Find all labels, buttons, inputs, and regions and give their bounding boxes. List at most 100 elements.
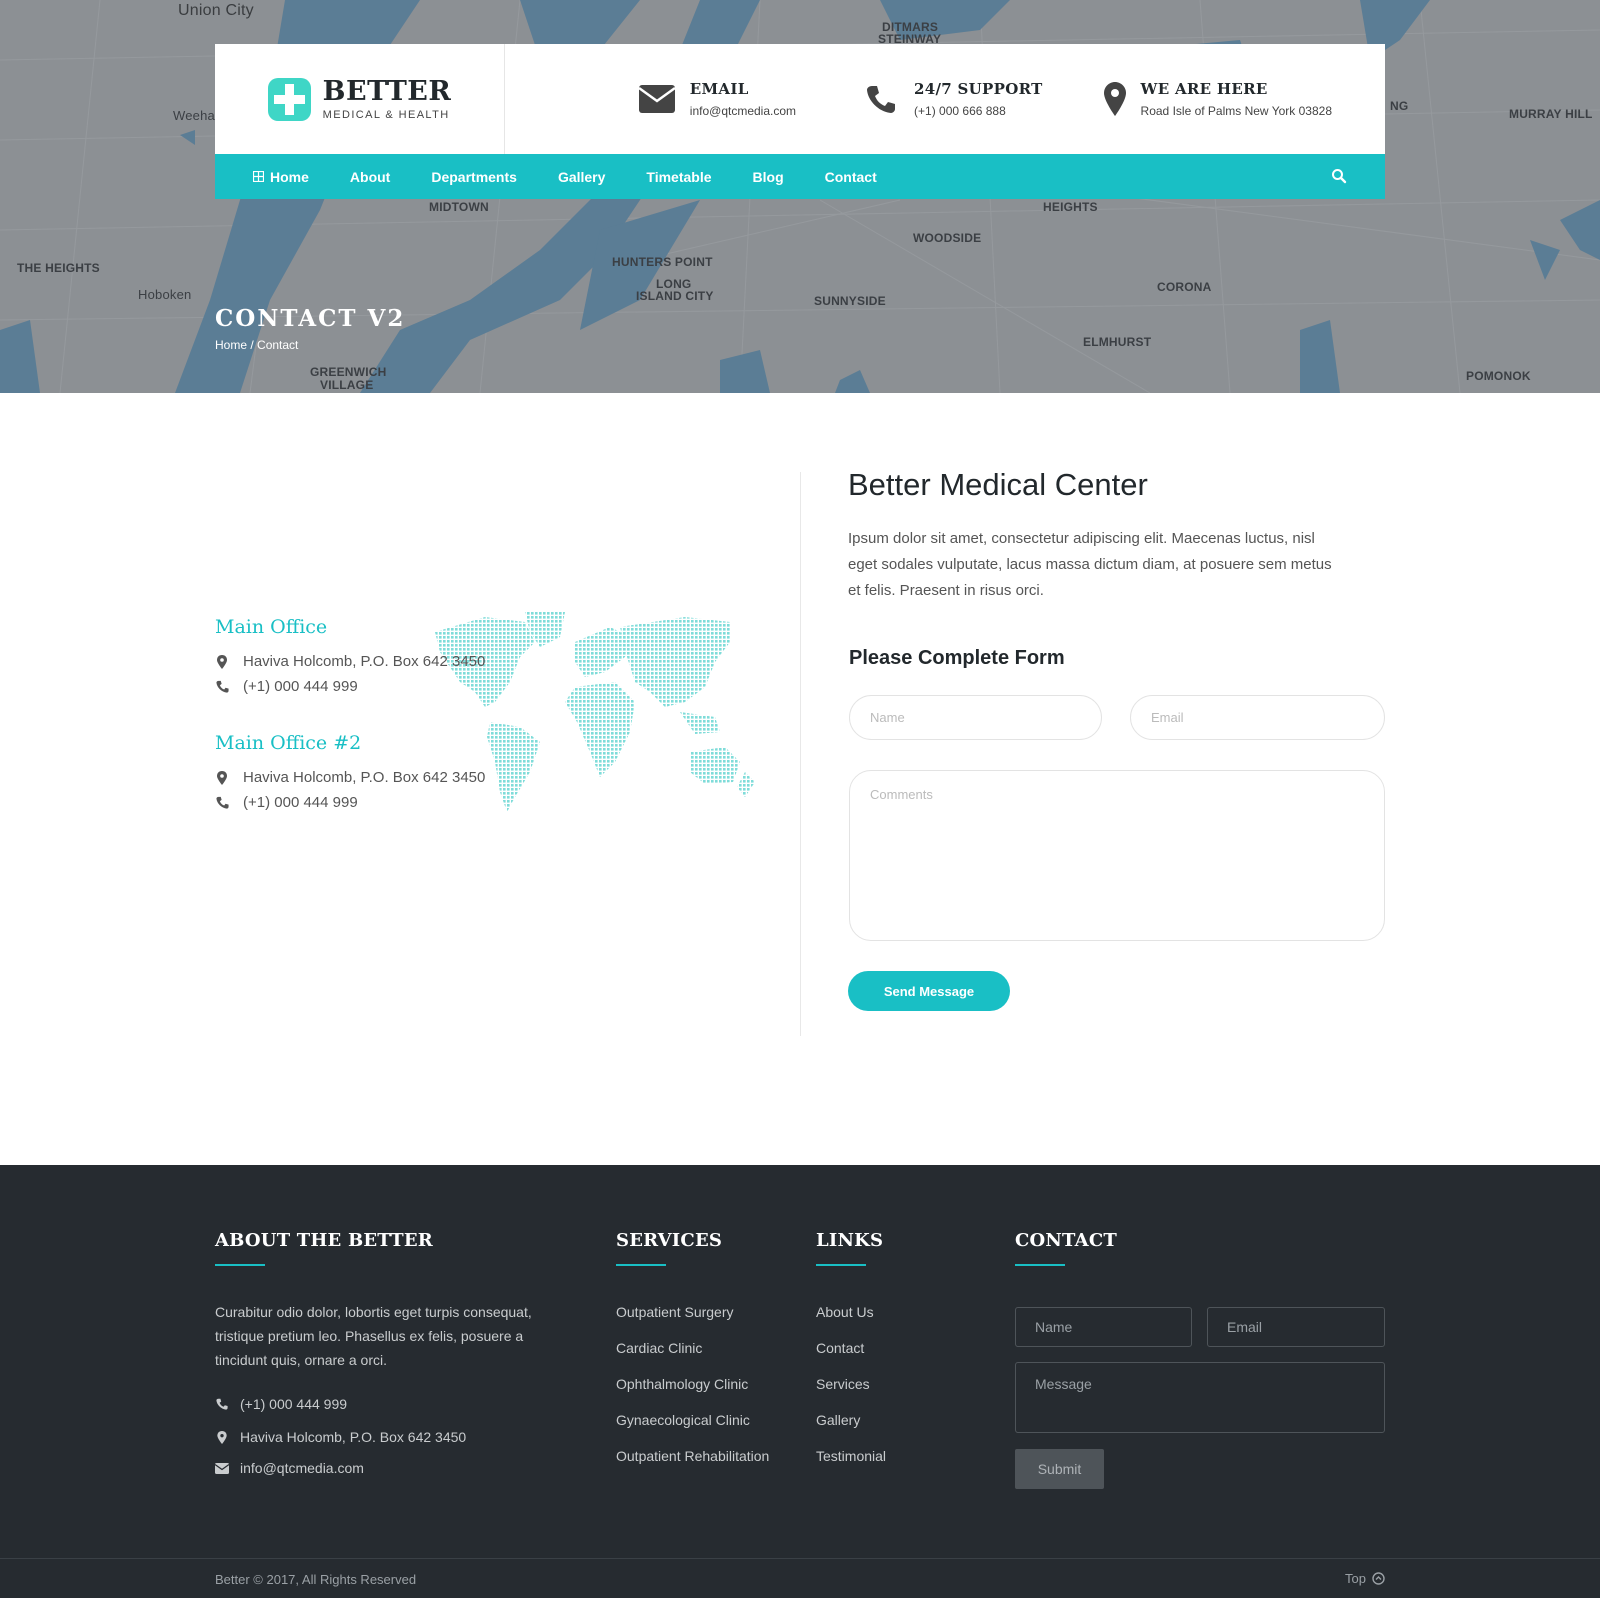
center-title: Better Medical Center — [848, 467, 1148, 502]
footer-link[interactable]: Gallery — [816, 1408, 886, 1444]
breadcrumb-current: Contact — [257, 338, 299, 352]
header-email-block: EMAIL info@qtcmedia.com — [638, 80, 796, 118]
footer-name-input[interactable]: Name — [1015, 1307, 1192, 1347]
office-title: Main Office — [215, 616, 328, 638]
nav-item-timetable[interactable]: Timetable — [646, 169, 711, 185]
header-info-title: WE ARE HERE — [1140, 80, 1268, 98]
footer-service-link[interactable]: Ophthalmology Clinic — [616, 1372, 769, 1408]
envelope-icon — [638, 85, 675, 113]
office-phone[interactable]: (+1) 000 444 999 — [243, 794, 358, 811]
footer-address: Haviva Holcomb, P.O. Box 642 3450 — [240, 1429, 467, 1445]
phone-icon — [867, 86, 896, 113]
office-address: Haviva Holcomb, P.O. Box 642 3450 — [243, 653, 486, 670]
map-label: ELMHURST — [1083, 335, 1152, 349]
copyright-text: Better © 2017, All Rights Reserved — [215, 1572, 417, 1587]
office-address-line: Haviva Holcomb, P.O. Box 642 3450 — [215, 649, 485, 674]
nav-item-label: Timetable — [646, 168, 712, 185]
footer-contact-title: CONTACT — [1015, 1230, 1117, 1251]
office-card-2: Main Office #2 Haviva Holcomb, P.O. Box … — [215, 732, 485, 815]
email-input[interactable]: Email — [1130, 695, 1385, 740]
phone-icon — [215, 796, 229, 809]
nav-item-contact[interactable]: Contact — [825, 169, 877, 185]
footer-email-line: info@qtcmedia.com — [215, 1460, 364, 1476]
map-pin-icon — [217, 1430, 227, 1444]
main-navigation: Home About Departments Gallery Timetable… — [215, 154, 1385, 199]
site-header: BETTER MEDICAL & HEALTH EMAIL info@qtcme… — [215, 44, 1385, 154]
map-label: Union City — [178, 2, 254, 19]
footer-service-link[interactable]: Outpatient Surgery — [616, 1300, 769, 1336]
name-input[interactable]: Name — [849, 695, 1102, 740]
home-grid-icon — [253, 171, 264, 182]
footer-links-column: LINKS About Us Contact Services Gallery … — [816, 1230, 886, 1480]
comments-textarea[interactable]: Comments — [849, 770, 1385, 941]
map-label: THE HEIGHTS — [17, 261, 100, 275]
footer-email-input[interactable]: Email — [1207, 1307, 1385, 1347]
nav-item-departments[interactable]: Departments — [431, 169, 517, 185]
map-pin-icon — [217, 654, 227, 669]
nav-item-label: Blog — [752, 168, 784, 185]
footer-links-title: LINKS — [816, 1230, 884, 1251]
nav-item-label: Contact — [824, 168, 877, 185]
map-label: CORONA — [1157, 280, 1212, 294]
brand-tagline: MEDICAL & HEALTH — [322, 108, 450, 121]
title-underline — [215, 1264, 265, 1266]
map-label: Weeha — [173, 108, 215, 123]
search-icon[interactable] — [1331, 168, 1347, 184]
header-info-text[interactable]: (+1) 000 666 888 — [914, 104, 1043, 118]
send-message-button[interactable]: Send Message — [848, 971, 1010, 1011]
nav-item-home[interactable]: Home — [253, 169, 309, 185]
map-label: HEIGHTS — [1043, 200, 1098, 214]
brand-name: BETTER — [322, 75, 452, 107]
footer-services-title: SERVICES — [616, 1230, 723, 1251]
center-description: Ipsum dolor sit amet, consectetur adipis… — [848, 530, 1332, 599]
brand-logo[interactable]: BETTER MEDICAL & HEALTH — [215, 44, 505, 154]
footer-service-link[interactable]: Outpatient Rehabilitation — [616, 1444, 769, 1480]
footer-services-column: SERVICES Outpatient Surgery Cardiac Clin… — [616, 1230, 769, 1480]
footer-phone[interactable]: (+1) 000 444 999 — [240, 1396, 347, 1412]
map-label: WOODSIDE — [913, 231, 982, 245]
office-phone[interactable]: (+1) 000 444 999 — [243, 678, 358, 695]
office-address: Haviva Holcomb, P.O. Box 642 3450 — [243, 769, 486, 786]
footer-link[interactable]: Contact — [816, 1336, 886, 1372]
header-info-text[interactable]: info@qtcmedia.com — [690, 104, 796, 118]
title-underline — [1015, 1264, 1065, 1266]
breadcrumb-separator: / — [247, 338, 258, 352]
footer-about-column: ABOUT THE BETTER Curabitur odio dolor, l… — [215, 1230, 545, 1372]
footer-about-title: ABOUT THE BETTER — [215, 1230, 433, 1251]
map-label: MIDTOWN — [429, 200, 489, 214]
office-card-1: Main Office Haviva Holcomb, P.O. Box 642… — [215, 616, 485, 699]
map-label: HUNTERS POINT — [612, 255, 713, 269]
footer-link[interactable]: Testimonial — [816, 1444, 886, 1480]
form-title: Please Complete Form — [849, 647, 1065, 669]
office-address-line: Haviva Holcomb, P.O. Box 642 3450 — [215, 765, 485, 790]
nav-item-about[interactable]: About — [350, 169, 390, 185]
arrow-up-circle-icon — [1372, 1572, 1385, 1585]
content-divider — [800, 472, 801, 1036]
breadcrumb-home-link[interactable]: Home — [215, 338, 247, 352]
nav-item-blog[interactable]: Blog — [753, 169, 784, 185]
phone-icon — [216, 1398, 228, 1410]
footer-message-input[interactable]: Message — [1015, 1362, 1385, 1433]
nav-item-label: Home — [270, 168, 309, 185]
office-phone-line: (+1) 000 444 999 — [215, 674, 485, 699]
back-to-top-label: Top — [1345, 1571, 1366, 1586]
map-label: VILLAGE — [320, 378, 374, 392]
header-info-title: 24/7 SUPPORT — [914, 80, 1043, 98]
map-label: MURRAY HILL — [1509, 107, 1593, 121]
nav-item-gallery[interactable]: Gallery — [558, 169, 605, 185]
breadcrumb: Home / Contact — [215, 338, 298, 352]
footer-link[interactable]: About Us — [816, 1300, 886, 1336]
back-to-top-link[interactable]: Top — [1345, 1571, 1385, 1586]
footer-email[interactable]: info@qtcmedia.com — [240, 1460, 364, 1476]
footer-service-link[interactable]: Cardiac Clinic — [616, 1336, 769, 1372]
footer-submit-button[interactable]: Submit — [1015, 1449, 1104, 1489]
title-underline — [616, 1264, 666, 1266]
footer-address-line: Haviva Holcomb, P.O. Box 642 3450 — [215, 1429, 466, 1445]
header-support-block: 24/7 SUPPORT (+1) 000 666 888 — [862, 80, 1043, 118]
map-label: GREENWICH — [310, 365, 387, 379]
map-label: NG — [1390, 99, 1409, 113]
footer-service-link[interactable]: Gynaecological Clinic — [616, 1408, 769, 1444]
footer-link[interactable]: Services — [816, 1372, 886, 1408]
footer-about-text: Curabitur odio dolor, lobortis eget turp… — [215, 1304, 532, 1368]
office-title: Main Office #2 — [215, 732, 362, 754]
